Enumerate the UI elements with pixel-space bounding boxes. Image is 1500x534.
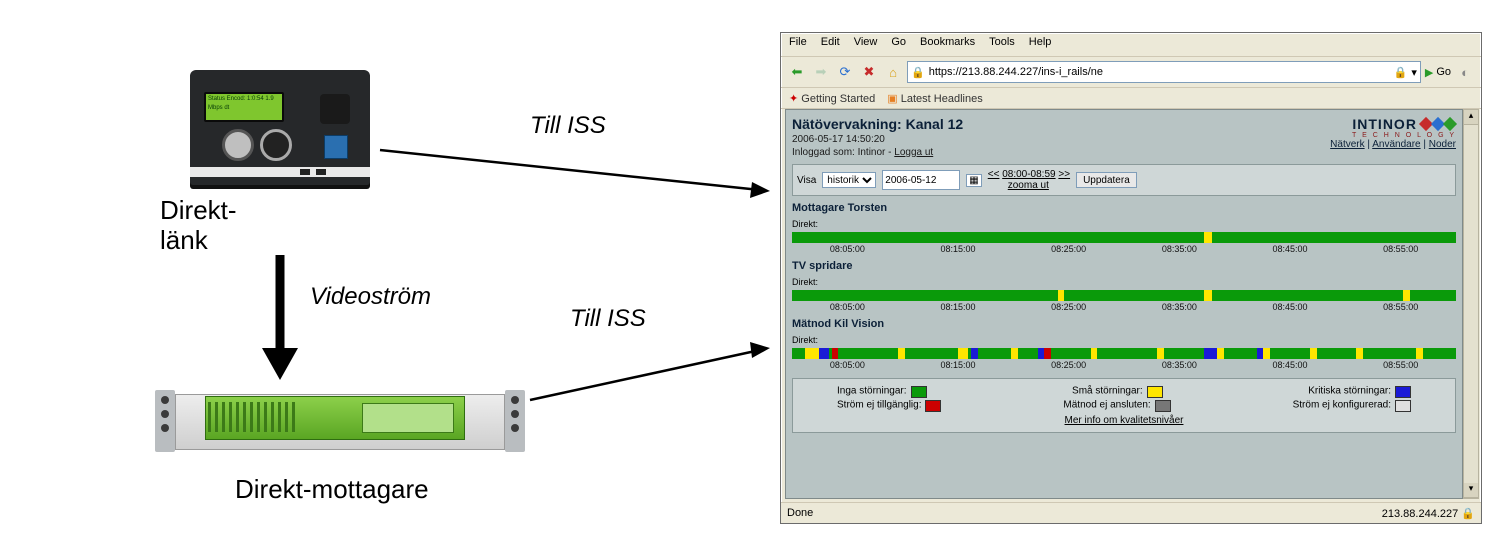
throbber-icon: ◐ <box>1455 62 1475 82</box>
controls-panel: Visa historik ▦ << 08:00-08:59 >> zooma … <box>792 164 1456 196</box>
page-content: Nätövervakning: Kanal 12 2006-05-17 14:5… <box>785 109 1463 499</box>
timeline-ticks: 08:05:0008:15:0008:25:0008:35:0008:45:00… <box>792 302 1456 312</box>
menu-go[interactable]: Go <box>891 36 906 56</box>
lock-icon: 🔒 <box>911 66 925 79</box>
page-timestamp: 2006-05-17 14:50:20 <box>792 134 963 145</box>
url-text: https://213.88.244.227/ins-i_rails/ne <box>929 66 1390 78</box>
legend-swatch <box>1147 386 1163 398</box>
menu-edit[interactable]: Edit <box>821 36 840 56</box>
go-button[interactable]: ▶Go <box>1425 66 1451 79</box>
range-text[interactable]: 08:00-08:59 <box>1002 169 1055 180</box>
direkt-mottagare-device <box>155 390 525 460</box>
more-info-link[interactable]: Mer info om kvalitetsnivåer <box>1065 415 1184 426</box>
timeline-bar <box>792 348 1456 359</box>
browser-toolbar: ⬅ ➡ ⟳ ✖ ⌂ 🔒 https://213.88.244.227/ins-i… <box>781 56 1481 88</box>
legend-label: Inga störningar: <box>837 386 907 397</box>
legend-label: Kritiska störningar: <box>1308 386 1391 397</box>
home-icon[interactable]: ⌂ <box>883 62 903 82</box>
till-iss-label-bottom: Till ISS <box>570 305 646 333</box>
browser-window: File Edit View Go Bookmarks Tools Help ⬅… <box>780 32 1482 524</box>
status-lock-icon: 🔒 <box>1461 508 1475 520</box>
menu-tools[interactable]: Tools <box>989 36 1015 56</box>
calendar-icon[interactable]: ▦ <box>966 174 981 187</box>
nav-natverk[interactable]: Nätverk <box>1330 139 1364 150</box>
direkt-mottagare-label: Direkt-mottagare <box>235 475 429 505</box>
range-next[interactable]: >> <box>1058 169 1070 180</box>
visa-label: Visa <box>797 175 816 186</box>
legend-swatch <box>1395 400 1411 412</box>
page-title: Nätövervakning: Kanal 12 <box>792 116 963 132</box>
status-right: 213.88.244.227 <box>1382 508 1458 520</box>
menu-view[interactable]: View <box>854 36 878 56</box>
legend-label: Ström ej tillgänglig: <box>837 400 921 411</box>
visa-select[interactable]: historik <box>822 172 876 188</box>
nav-anvandare[interactable]: Användare <box>1372 139 1420 150</box>
status-left: Done <box>787 507 813 519</box>
direktlank-device: Status Encod: 1:0:54 1.9 Mbps dt <box>190 55 370 185</box>
row-prefix: Direkt: <box>792 277 818 287</box>
timeline-bar <box>792 232 1456 243</box>
stop-icon[interactable]: ✖ <box>859 62 879 82</box>
logged-in-prefix: Inloggad som: Intinor - <box>792 147 894 158</box>
bookmark-latest-headlines[interactable]: ▣ Latest Headlines <box>887 92 982 105</box>
url-input[interactable]: 🔒 https://213.88.244.227/ins-i_rails/ne … <box>907 61 1421 83</box>
ssl-icon: 🔒 <box>1394 66 1408 79</box>
timeline-bar <box>792 290 1456 301</box>
till-iss-label-top: Till ISS <box>530 112 606 140</box>
section-title: Mottagare Torsten <box>792 202 1456 214</box>
reload-icon[interactable]: ⟳ <box>835 62 855 82</box>
url-dropdown-icon[interactable]: ▾ <box>1411 66 1417 79</box>
bookmark-getting-started[interactable]: ✦ Getting Started <box>789 92 875 105</box>
range-prev[interactable]: << <box>988 169 1000 180</box>
legend-swatch <box>1395 386 1411 398</box>
back-icon[interactable]: ⬅ <box>787 62 807 82</box>
section-title: Mätnod Kil Vision <box>792 318 1456 330</box>
browser-menubar: File Edit View Go Bookmarks Tools Help <box>781 33 1481 56</box>
legend-panel: Inga störningar: Små störningar: Kritisk… <box>792 378 1456 433</box>
encoder-lcd: Status Encod: 1:0:54 1.9 Mbps dt <box>204 92 284 122</box>
section-title: TV spridare <box>792 260 1456 272</box>
legend-label: Ström ej konfigurerad: <box>1293 400 1391 411</box>
browser-statusbar: Done 213.88.244.227 🔒 <box>781 502 1481 523</box>
forward-icon[interactable]: ➡ <box>811 62 831 82</box>
legend-swatch <box>925 400 941 412</box>
direktlank-label: Direkt- länk <box>160 196 237 256</box>
browser-scrollbar[interactable]: ▴ ▾ <box>1463 109 1479 499</box>
menu-bookmarks[interactable]: Bookmarks <box>920 36 975 56</box>
legend-swatch <box>1155 400 1171 412</box>
videostrom-label: Videoström <box>310 283 431 311</box>
logout-link[interactable]: Logga ut <box>894 147 933 158</box>
legend-swatch <box>911 386 927 398</box>
legend-label: Små störningar: <box>1072 386 1143 397</box>
menu-file[interactable]: File <box>789 36 807 56</box>
date-input[interactable] <box>882 170 960 190</box>
row-prefix: Direkt: <box>792 335 818 345</box>
zoom-out-link[interactable]: zooma ut <box>1008 180 1049 191</box>
uppdatera-button[interactable]: Uppdatera <box>1076 172 1137 188</box>
menu-help[interactable]: Help <box>1029 36 1052 56</box>
bookmarks-bar: ✦ Getting Started ▣ Latest Headlines <box>781 88 1481 109</box>
nav-noder[interactable]: Noder <box>1429 139 1456 150</box>
timeline-ticks: 08:05:0008:15:0008:25:0008:35:0008:45:00… <box>792 360 1456 370</box>
row-prefix: Direkt: <box>792 219 818 229</box>
intinor-logo: INTINOR T E C H N O L O G Y Nätverk | An… <box>1330 116 1456 150</box>
legend-label: Mätnod ej ansluten: <box>1063 400 1150 411</box>
timeline-ticks: 08:05:0008:15:0008:25:0008:35:0008:45:00… <box>792 244 1456 254</box>
